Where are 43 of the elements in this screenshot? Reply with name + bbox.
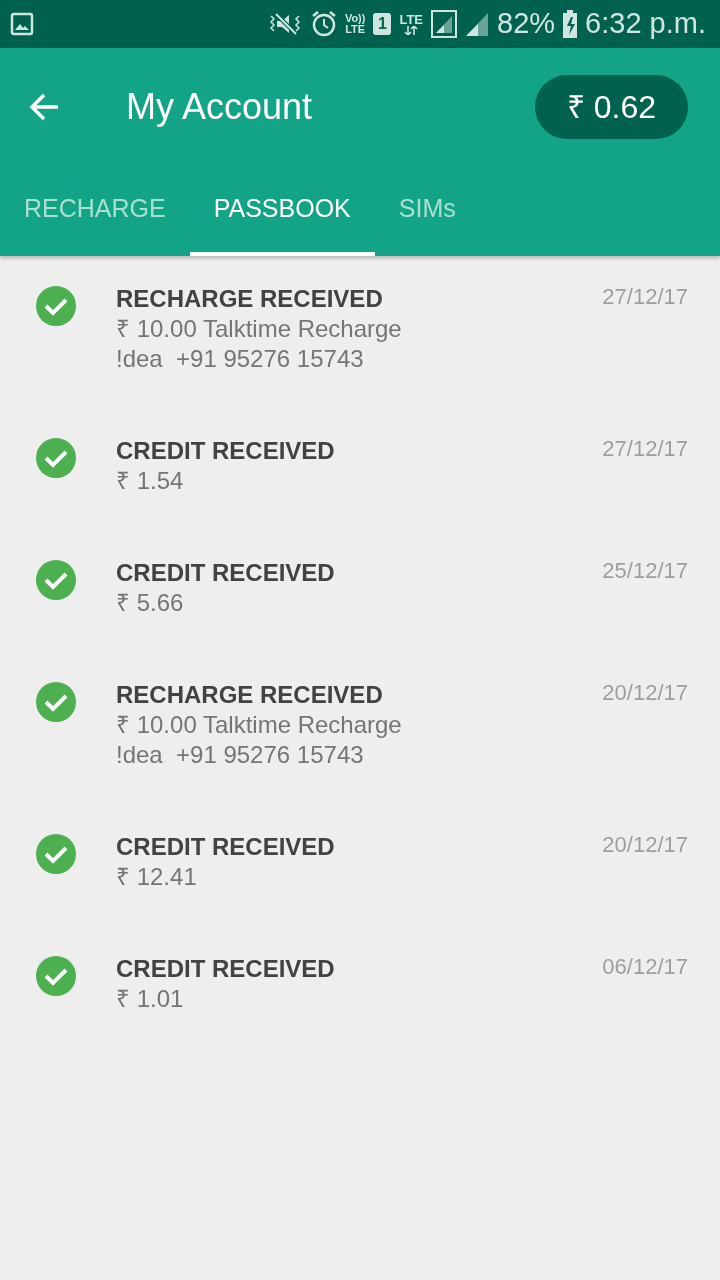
volte-label: Vo)) bbox=[344, 13, 366, 24]
transaction-title: CREDIT RECEIVED bbox=[116, 832, 336, 862]
transaction-detail: !dea +91 95276 15743 bbox=[116, 740, 365, 770]
transaction-date: 27/12/17 bbox=[602, 284, 688, 311]
check-circle-icon bbox=[36, 834, 76, 874]
check-circle-icon bbox=[36, 682, 76, 722]
transaction-detail: ₹ 12.41 bbox=[116, 862, 198, 892]
battery-percent: 82% bbox=[497, 6, 556, 42]
transaction-detail: ₹ 1.54 bbox=[116, 466, 185, 496]
balance-chip: ₹ 0.62 bbox=[534, 74, 688, 139]
transaction-detail: ₹ 10.00 Talktime Recharge bbox=[116, 314, 403, 344]
check-circle-icon bbox=[36, 956, 76, 996]
transaction-date: 25/12/17 bbox=[602, 558, 688, 585]
transaction-title: RECHARGE RECEIVED bbox=[116, 284, 384, 314]
transaction-detail: ₹ 1.01 bbox=[116, 984, 185, 1014]
transaction-date: 27/12/17 bbox=[602, 436, 688, 463]
tab[interactable]: PASSBOOK bbox=[189, 165, 375, 256]
transaction-detail: ₹ 10.00 Talktime Recharge bbox=[116, 710, 403, 740]
transaction-detail: !dea +91 95276 15743 bbox=[116, 344, 365, 374]
transaction-title: CREDIT RECEIVED bbox=[116, 436, 336, 466]
tab[interactable]: RECHARGE bbox=[0, 165, 190, 256]
transaction-detail: ₹ 5.66 bbox=[116, 588, 185, 618]
check-circle-icon bbox=[36, 286, 76, 326]
image-icon bbox=[10, 12, 34, 36]
transaction-date: 20/12/17 bbox=[602, 680, 688, 707]
transaction-date: 06/12/17 bbox=[602, 954, 688, 981]
volte-label: LTE bbox=[344, 24, 366, 35]
battery-charging-icon bbox=[563, 10, 578, 38]
tab[interactable]: SIMs bbox=[374, 165, 480, 256]
transaction-title: RECHARGE RECEIVED bbox=[116, 680, 384, 710]
transaction-title: CREDIT RECEIVED bbox=[116, 558, 336, 588]
clock-time: 6:32 p.m. bbox=[585, 6, 706, 42]
sim-slot-label: 1 bbox=[373, 13, 392, 35]
signal-icon bbox=[431, 10, 458, 38]
data-arrows-icon bbox=[404, 26, 419, 35]
check-circle-icon bbox=[36, 438, 76, 478]
transaction-title: CREDIT RECEIVED bbox=[116, 954, 336, 984]
signal-icon bbox=[465, 11, 490, 37]
transaction-date: 20/12/17 bbox=[602, 832, 688, 859]
alarm-icon bbox=[310, 10, 337, 38]
screen-title: My Account bbox=[126, 84, 313, 129]
check-circle-icon bbox=[36, 560, 76, 600]
network-label: LTE bbox=[399, 13, 424, 26]
